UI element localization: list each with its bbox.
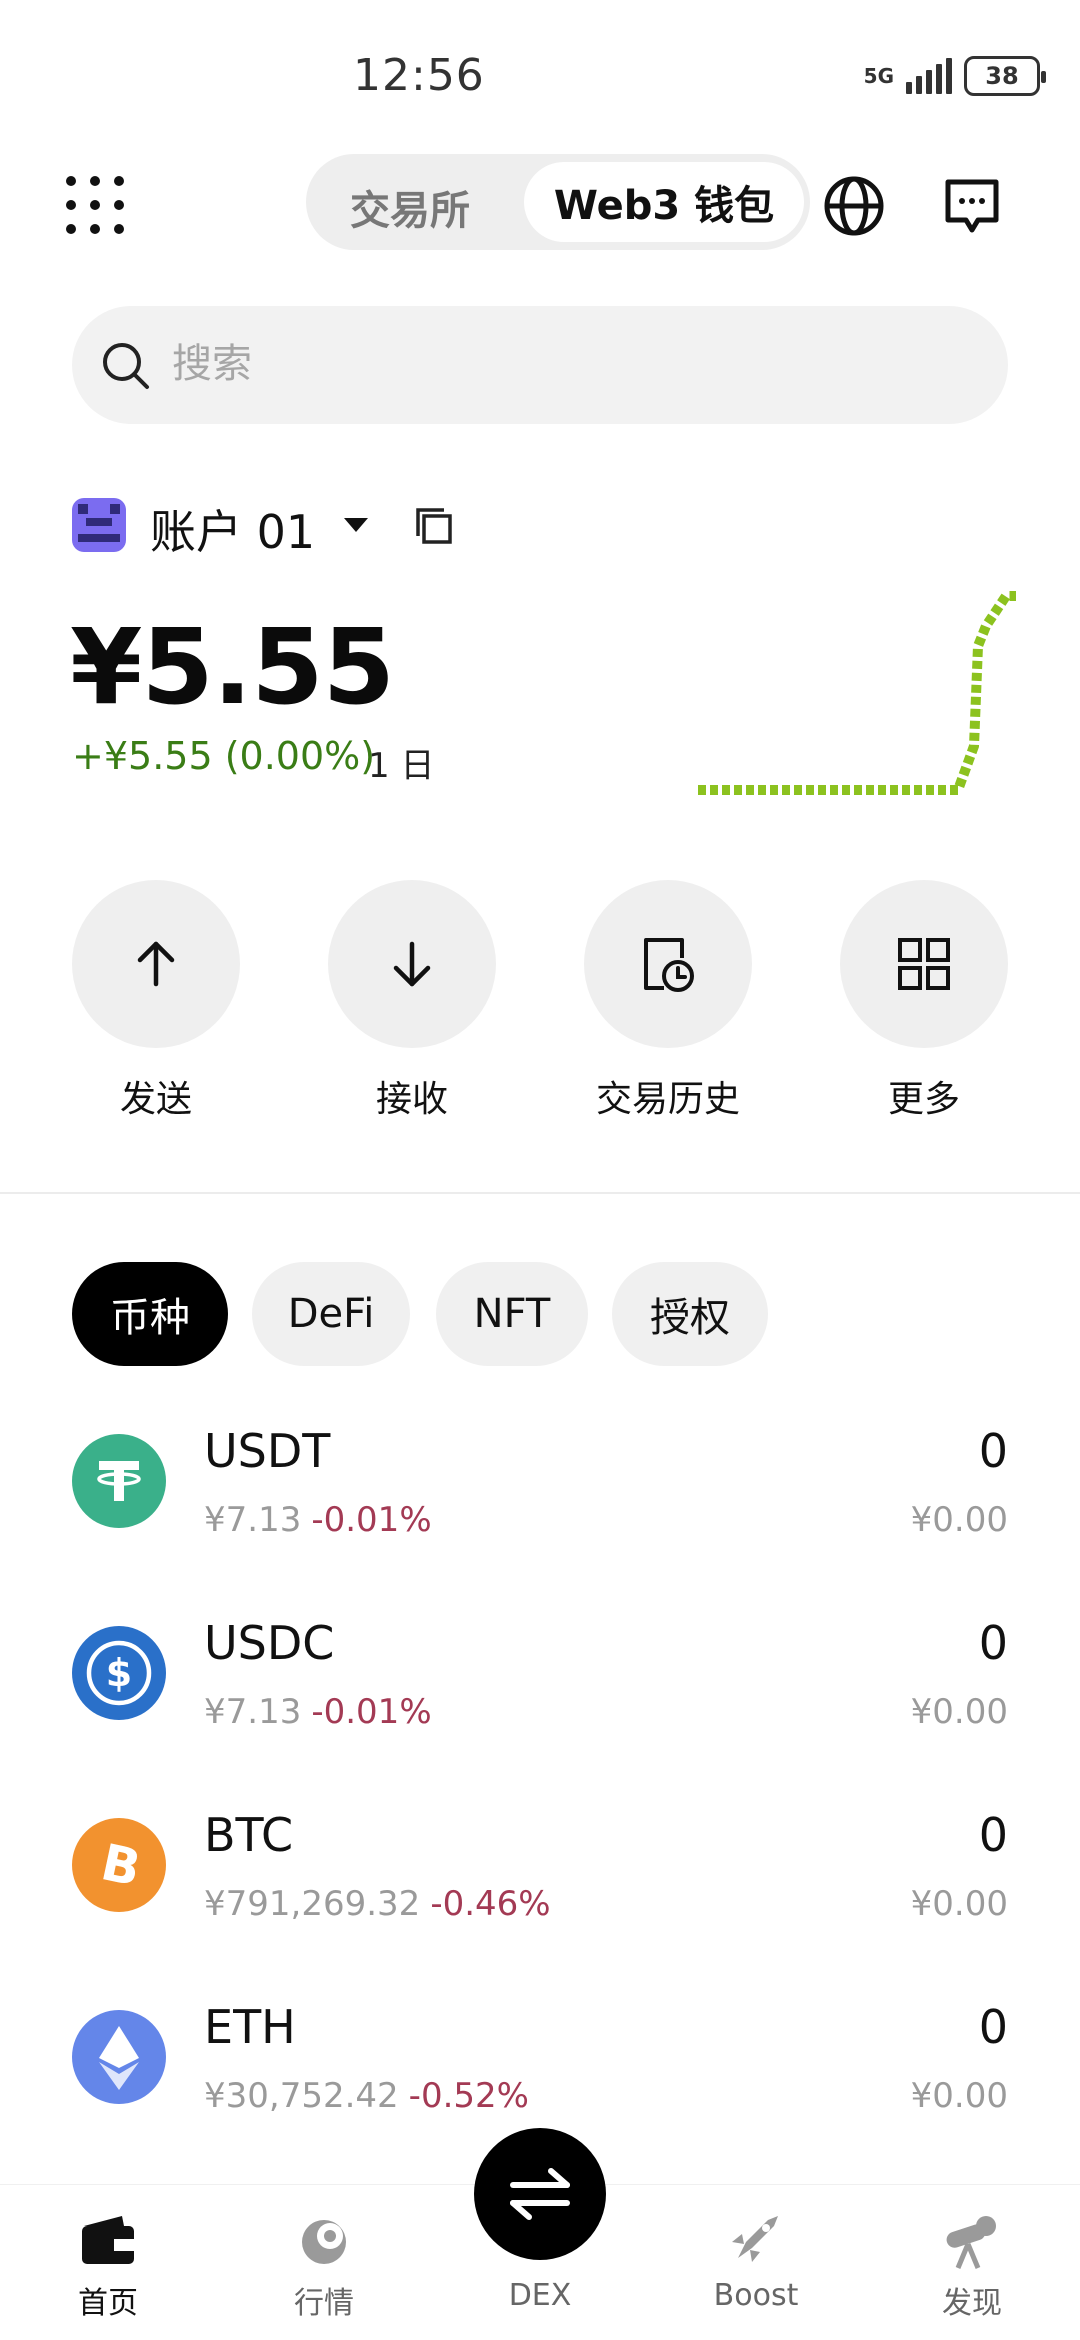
nav-discover[interactable]: 发现	[872, 2278, 1072, 2322]
history-icon	[644, 938, 694, 992]
token-value: ¥0.00	[910, 1500, 1008, 1540]
status-time: 12:56	[353, 50, 485, 101]
search-icon	[103, 343, 149, 389]
send-button[interactable]	[72, 880, 240, 1048]
token-price: ¥7.13 -0.01%	[204, 1692, 432, 1732]
token-price: ¥30,752.42 -0.52%	[204, 2076, 529, 2116]
grid-icon	[898, 938, 950, 990]
token-symbol: BTC	[204, 1808, 294, 1862]
section-divider	[0, 1192, 1080, 1194]
balance-change: +¥5.55 (0.00%)	[72, 734, 376, 778]
token-value: ¥0.00	[910, 1884, 1008, 1924]
token-amount: 0	[978, 1424, 1008, 1478]
tab-exchange[interactable]: 交易所	[350, 178, 470, 236]
battery-level: 38	[985, 62, 1019, 90]
balance-sparkline	[698, 591, 1016, 795]
grid-dots-icon[interactable]	[66, 176, 126, 236]
tab-nft[interactable]: NFT	[436, 1262, 588, 1366]
token-value: ¥0.00	[910, 1692, 1008, 1732]
token-row-btc[interactable]: B BTC ¥791,269.32 -0.46% 0 ¥0.00	[0, 1784, 1080, 1964]
svg-text:B: B	[96, 1833, 145, 1898]
ethereum-icon	[72, 2010, 166, 2104]
telescope-icon[interactable]	[940, 2212, 1000, 2270]
nav-dex[interactable]: DEX	[440, 2278, 640, 2313]
status-indicators: 5G 38	[863, 56, 1046, 96]
tether-icon	[72, 1434, 166, 1528]
chevron-down-icon[interactable]	[344, 518, 368, 532]
history-label: 交易历史	[595, 1079, 740, 1120]
token-price: ¥7.13 -0.01%	[204, 1500, 432, 1540]
rocket-icon[interactable]	[724, 2212, 784, 2270]
history-button[interactable]	[584, 880, 752, 1048]
tab-web3-wallet[interactable]: Web3 钱包	[524, 162, 804, 242]
more-button[interactable]	[840, 880, 1008, 1048]
signal-icon	[906, 58, 952, 94]
token-symbol: ETH	[204, 2000, 296, 2054]
arrow-up-icon	[137, 941, 175, 987]
svg-text:$: $	[106, 1651, 132, 1695]
tab-approvals[interactable]: 授权	[612, 1262, 768, 1366]
token-row-usdc[interactable]: $ USDC ¥7.13 -0.01% 0 ¥0.00	[0, 1592, 1080, 1772]
token-symbol: USDC	[204, 1616, 335, 1670]
usdc-icon: $	[72, 1626, 166, 1720]
copy-icon[interactable]	[414, 506, 454, 546]
nav-market[interactable]: 行情	[224, 2278, 424, 2322]
token-value: ¥0.00	[910, 2076, 1008, 2116]
network-type: 5G	[863, 64, 894, 88]
chat-bubble-icon[interactable]	[942, 176, 1002, 236]
avatar[interactable]	[72, 498, 126, 552]
globe-icon[interactable]	[822, 174, 886, 238]
dex-button[interactable]	[474, 2128, 606, 2260]
token-symbol: USDT	[204, 1424, 331, 1478]
tab-tokens[interactable]: 币种	[72, 1262, 228, 1366]
nav-home[interactable]: 首页	[8, 2278, 208, 2322]
search-input[interactable]	[172, 334, 972, 394]
wallet-icon[interactable]	[78, 2212, 138, 2270]
total-balance: ¥5.55	[70, 606, 395, 728]
bitcoin-icon: B	[72, 1818, 166, 1912]
account-name[interactable]: 账户 01	[150, 496, 315, 562]
receive-label: 接收	[375, 1079, 448, 1120]
swap-icon	[510, 2168, 570, 2220]
market-icon[interactable]	[294, 2212, 354, 2270]
battery-icon: 38	[964, 56, 1046, 96]
token-amount: 0	[978, 2000, 1008, 2054]
receive-button[interactable]	[328, 880, 496, 1048]
tab-defi[interactable]: DeFi	[252, 1262, 410, 1366]
change-period[interactable]: 1 日	[368, 738, 434, 787]
more-label: 更多	[887, 1079, 960, 1120]
nav-boost[interactable]: Boost	[656, 2278, 856, 2313]
arrow-down-icon	[393, 941, 431, 987]
token-row-usdt[interactable]: USDT ¥7.13 -0.01% 0 ¥0.00	[0, 1400, 1080, 1580]
token-price: ¥791,269.32 -0.46%	[204, 1884, 551, 1924]
send-label: 发送	[119, 1079, 192, 1120]
token-amount: 0	[978, 1616, 1008, 1670]
token-amount: 0	[978, 1808, 1008, 1862]
